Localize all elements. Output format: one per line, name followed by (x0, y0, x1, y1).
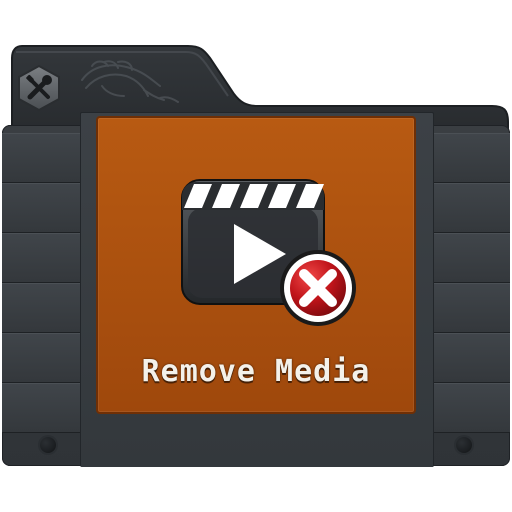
label-text: Remove Media (141, 354, 371, 389)
left-grip (2, 125, 82, 466)
media-remove-graphic (181, 179, 356, 326)
remove-media-folder-icon[interactable]: Remove Media (0, 0, 512, 512)
screw-left (40, 437, 56, 453)
lion-logo-icon (81, 60, 179, 103)
screw-right (456, 437, 472, 453)
close-icon (280, 250, 356, 326)
right-grip (430, 125, 510, 466)
settings-button[interactable] (16, 64, 62, 112)
